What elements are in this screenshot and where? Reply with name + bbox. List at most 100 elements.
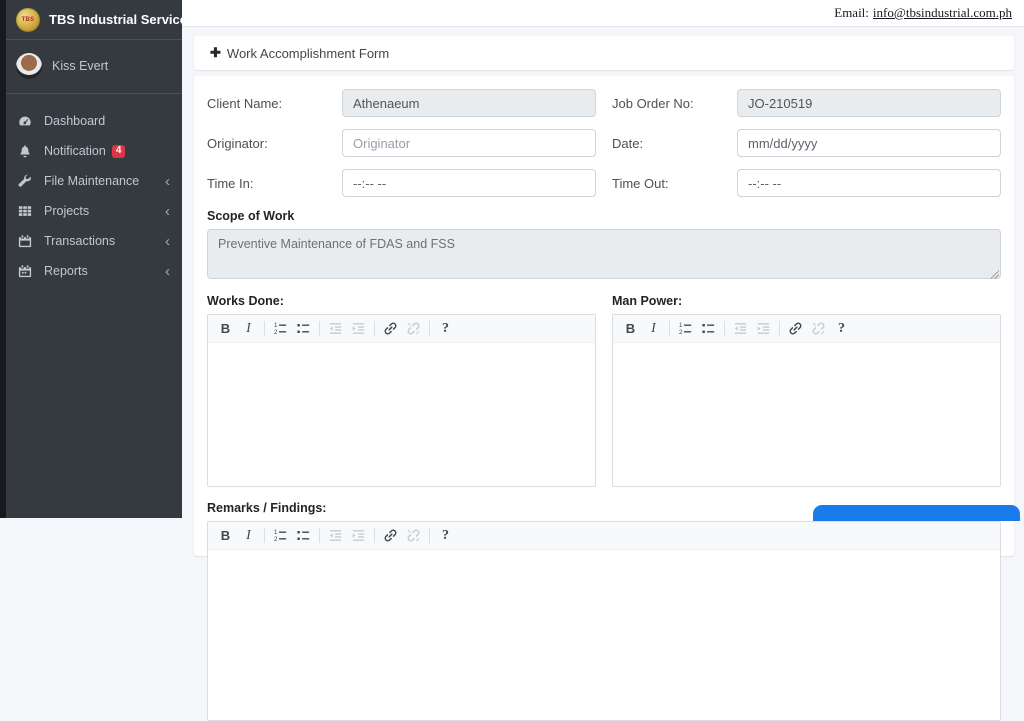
originator-field-row: Originator: [207,129,596,157]
italic-button[interactable]: I [237,525,260,547]
unordered-list-button[interactable] [292,318,315,340]
sidebar-item-label: Projects [44,204,89,218]
sidebar-item-transactions[interactable]: Transactions ‹ [6,226,182,256]
chevron-left-icon: ‹ [165,204,170,219]
date-label: Date: [612,136,737,151]
indent-button[interactable] [347,318,370,340]
calendar-check-icon [18,264,38,278]
bold-button[interactable]: B [619,318,642,340]
time-in-field-row: Time In: [207,169,596,197]
email-link[interactable]: info@tbsindustrial.com.ph [873,5,1012,21]
sidebar-item-label: Notification [44,144,106,158]
client-name-field-row: Client Name: [207,89,596,117]
form-body-card: Client Name: Job Order No: Originator: D… [194,76,1014,556]
bold-button[interactable]: B [214,318,237,340]
works-done-section: Works Done: B I 12 [207,282,596,487]
indent-button[interactable] [347,525,370,547]
link-button[interactable] [379,318,402,340]
client-name-input [342,89,596,117]
toolbar-separator [429,321,430,336]
ordered-list-button[interactable]: 12 [269,318,292,340]
unordered-list-button[interactable] [292,525,315,547]
italic-button[interactable]: I [237,318,260,340]
svg-text:2: 2 [274,329,278,336]
brand-header[interactable]: TBS TBS Industrial Services [6,0,182,40]
bold-button[interactable]: B [214,525,237,547]
time-out-field-row: Time Out: [612,169,1001,197]
toolbar-separator [429,528,430,543]
chevron-left-icon: ‹ [165,234,170,249]
man-power-toolbar: B I 12 [613,315,1000,343]
unordered-list-button[interactable] [697,318,720,340]
resize-grip-icon [990,270,999,279]
link-button[interactable] [379,525,402,547]
works-done-label: Works Done: [207,294,596,308]
sidebar-nav: Dashboard Notification 4 File Maintenanc… [6,94,182,298]
remarks-editor-area[interactable] [208,550,1000,720]
user-avatar [16,53,42,79]
link-button[interactable] [784,318,807,340]
remarks-toolbar: B I 12 ? [208,522,1000,550]
toolbar-separator [319,528,320,543]
time-out-input[interactable] [737,169,1001,197]
editors-grid: Works Done: B I 12 [207,282,1001,487]
form-fields-grid: Client Name: Job Order No: Originator: D… [207,89,1001,197]
works-done-editor: B I 12 [207,314,596,487]
plus-icon: ✚ [210,45,221,61]
toolbar-separator [374,528,375,543]
sidebar-item-dashboard[interactable]: Dashboard [6,106,182,136]
time-in-label: Time In: [207,176,342,191]
man-power-editor-area[interactable] [613,343,1000,486]
bottom-widget-button[interactable] [813,505,1020,521]
scope-of-work-label: Scope of Work [207,209,1001,223]
sidebar-item-projects[interactable]: Projects ‹ [6,196,182,226]
outdent-button[interactable] [729,318,752,340]
svg-text:2: 2 [679,329,683,336]
unlink-button[interactable] [402,525,425,547]
ordered-list-button[interactable]: 12 [674,318,697,340]
brand-title: TBS Industrial Services [49,12,194,27]
sidebar-item-reports[interactable]: Reports ‹ [6,256,182,286]
svg-text:2: 2 [274,536,278,543]
originator-input[interactable] [342,129,596,157]
tachometer-icon [18,114,38,128]
remarks-editor: B I 12 ? [207,521,1001,721]
form-header-card[interactable]: ✚ Work Accomplishment Form [194,36,1014,70]
man-power-label: Man Power: [612,294,1001,308]
job-order-input [737,89,1001,117]
wrench-icon [18,174,38,188]
date-field-row: Date: [612,129,1001,157]
toolbar-separator [724,321,725,336]
indent-button[interactable] [752,318,775,340]
ordered-list-button[interactable]: 12 [269,525,292,547]
sidebar-item-label: Dashboard [44,114,105,128]
job-order-label: Job Order No: [612,96,737,111]
sidebar: TBS TBS Industrial Services Kiss Evert D… [6,0,182,518]
toolbar-separator [264,321,265,336]
email-label: Email: [834,5,869,21]
time-in-input[interactable] [342,169,596,197]
notification-count-badge: 4 [112,145,126,158]
scope-of-work-textarea: Preventive Maintenance of FDAS and FSS [207,229,1001,279]
unlink-button[interactable] [402,318,425,340]
chevron-left-icon: ‹ [165,264,170,279]
bell-icon [18,144,38,158]
outdent-button[interactable] [324,318,347,340]
date-input[interactable] [737,129,1001,157]
toolbar-separator [264,528,265,543]
works-done-editor-area[interactable] [208,343,595,486]
user-panel[interactable]: Kiss Evert [6,40,182,94]
topbar: Email: info@tbsindustrial.com.ph [182,0,1024,27]
man-power-section: Man Power: B I 12 [612,282,1001,487]
help-button[interactable]: ? [434,318,457,340]
toolbar-separator [669,321,670,336]
help-button[interactable]: ? [434,525,457,547]
client-name-label: Client Name: [207,96,342,111]
help-button[interactable]: ? [830,318,853,340]
italic-button[interactable]: I [642,318,665,340]
sidebar-item-file-maintenance[interactable]: File Maintenance ‹ [6,166,182,196]
outdent-button[interactable] [324,525,347,547]
sidebar-item-notification[interactable]: Notification 4 [6,136,182,166]
originator-label: Originator: [207,136,342,151]
unlink-button[interactable] [807,318,830,340]
